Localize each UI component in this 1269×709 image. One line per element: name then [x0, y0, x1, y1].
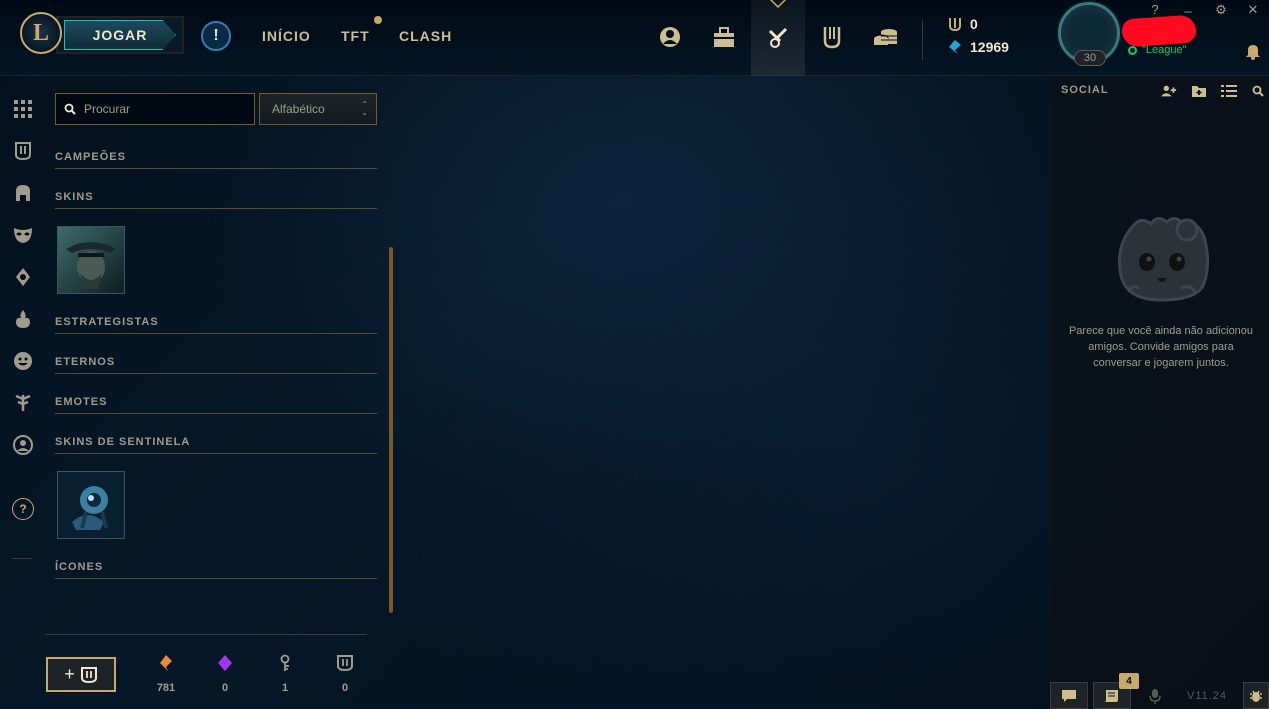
bug-icon: [1250, 690, 1262, 702]
rp-icon: [949, 18, 961, 32]
section-champions-label: CAMPEÕES: [55, 151, 126, 163]
bug-report-button[interactable]: [1243, 682, 1269, 709]
alert-icon[interactable]: !: [201, 21, 231, 51]
nav-home[interactable]: INÍCIO: [262, 28, 311, 44]
collection-bag-icon[interactable]: [711, 24, 737, 50]
nav-clash[interactable]: CLASH: [399, 28, 452, 44]
ward-skin-thumbnail[interactable]: [57, 471, 125, 539]
orange-essence-counter[interactable]: 781: [146, 654, 186, 694]
section-icons-label: ÍCONES: [55, 561, 104, 573]
close-button[interactable]: ✕: [1244, 2, 1262, 18]
nav-tft[interactable]: TFT: [341, 28, 370, 44]
emote-icon[interactable]: [12, 350, 34, 372]
online-status-icon: [1128, 45, 1137, 55]
settings-gear-icon[interactable]: ⚙: [1212, 2, 1230, 18]
sort-label: Alfabético: [272, 102, 325, 116]
poro-mascot-icon: [1118, 217, 1210, 302]
be-balance[interactable]: 12969: [948, 39, 1009, 55]
active-caret-icon: [769, 0, 787, 8]
tree-icon[interactable]: [12, 392, 34, 414]
level-badge: 30: [1074, 50, 1106, 66]
notification-bell-icon[interactable]: [1244, 42, 1262, 60]
profile-icon[interactable]: [657, 24, 683, 50]
sort-dropdown[interactable]: Alfabético ⌃ ⌄: [259, 93, 377, 125]
ward-icon[interactable]: [12, 308, 34, 330]
microphone-icon: [1149, 688, 1161, 704]
loot-divider: [45, 634, 367, 635]
section-champions[interactable]: CAMPEÕES: [55, 151, 377, 169]
status-indicator[interactable]: "League": [1128, 44, 1187, 56]
league-logo[interactable]: L: [20, 12, 62, 54]
chest-count: 0: [341, 682, 349, 694]
chest-counter[interactable]: 0: [325, 654, 365, 694]
voice-button[interactable]: [1136, 682, 1174, 709]
sort-arrows-icon: ⌃ ⌄: [361, 100, 368, 117]
add-label: +: [64, 664, 75, 684]
section-eternals[interactable]: ETERNOS: [55, 356, 377, 374]
champion-helmet-icon[interactable]: [12, 182, 34, 204]
section-icons[interactable]: ÍCONES: [55, 561, 377, 579]
help-question-icon[interactable]: ?: [12, 498, 34, 520]
mythic-essence-icon: [218, 655, 232, 671]
section-strategists-label: ESTRATEGISTAS: [55, 316, 159, 328]
section-skins-label: SKINS: [55, 191, 94, 203]
loot-coins-icon[interactable]: [873, 24, 899, 50]
search-field[interactable]: [55, 93, 255, 125]
section-ward-skins-label: SKINS DE SENTINELA: [55, 436, 191, 448]
skin-thumbnail[interactable]: [57, 226, 125, 294]
section-eternals-label: ETERNOS: [55, 356, 116, 368]
orange-essence-icon: [160, 655, 172, 671]
minimize-button[interactable]: _: [1179, 0, 1197, 13]
redacted-summoner-name: [1121, 14, 1197, 48]
social-title: SOCIAL: [1061, 84, 1109, 96]
store-icon[interactable]: [819, 24, 845, 50]
section-strategists[interactable]: ESTRATEGISTAS: [55, 316, 377, 334]
key-count: 1: [281, 682, 289, 694]
search-icon: [64, 103, 76, 115]
topbar-divider: [922, 20, 923, 60]
profile-icon-icon[interactable]: [12, 434, 34, 456]
collection-icon: [80, 666, 97, 683]
client-version: V11.24: [1187, 690, 1228, 702]
play-button[interactable]: JOGAR: [64, 20, 176, 50]
section-emotes[interactable]: EMOTES: [55, 396, 377, 414]
top-bar: L JOGAR ! INÍCIO TFT CLASH 0 12969 30 "L…: [0, 0, 1269, 76]
be-amount: 12969: [970, 39, 1009, 55]
social-search-icon[interactable]: [1250, 83, 1266, 99]
search-input[interactable]: [84, 102, 244, 116]
left-nav-divider: [12, 558, 32, 559]
missions-scroll-icon: [1104, 689, 1118, 702]
rp-balance[interactable]: 0: [948, 16, 978, 32]
chest-icon: [337, 655, 353, 672]
section-emotes-label: EMOTES: [55, 396, 108, 408]
section-skins[interactable]: SKINS: [55, 191, 377, 209]
mythic-essence-count: 0: [221, 682, 229, 694]
tft-little-legend-icon[interactable]: [12, 266, 34, 288]
key-counter[interactable]: 1: [265, 654, 305, 694]
blue-essence-icon: [949, 40, 961, 54]
list-view-icon[interactable]: [1221, 83, 1237, 99]
chat-button[interactable]: [1050, 682, 1088, 709]
mythic-essence-counter[interactable]: 0: [205, 654, 245, 694]
play-button-frame[interactable]: JOGAR: [56, 16, 184, 54]
add-to-collection-button[interactable]: +: [46, 657, 116, 692]
collection-icon[interactable]: [12, 140, 34, 162]
crafting-icon[interactable]: [765, 24, 791, 50]
add-friend-icon[interactable]: [1161, 83, 1177, 99]
orange-essence-count: 781: [156, 682, 176, 694]
add-folder-icon[interactable]: [1191, 83, 1207, 99]
rp-amount: 0: [970, 16, 978, 32]
collection-left-nav: ?: [0, 76, 46, 709]
no-friends-message: Parece que você ainda não adicionou amig…: [1068, 325, 1254, 369]
overview-grid-icon[interactable]: [12, 98, 34, 120]
social-panel: SOCIAL Parece que você ainda não adicion…: [1050, 76, 1269, 709]
skin-mask-icon[interactable]: [12, 224, 34, 246]
collection-scrollbar[interactable]: [389, 247, 393, 613]
status-text: "League": [1142, 44, 1187, 56]
tft-notification-dot: [374, 16, 382, 24]
key-icon: [280, 654, 290, 671]
chat-bubble-icon: [1062, 689, 1076, 702]
help-button[interactable]: ?: [1146, 2, 1164, 17]
section-ward-skins[interactable]: SKINS DE SENTINELA: [55, 436, 377, 454]
